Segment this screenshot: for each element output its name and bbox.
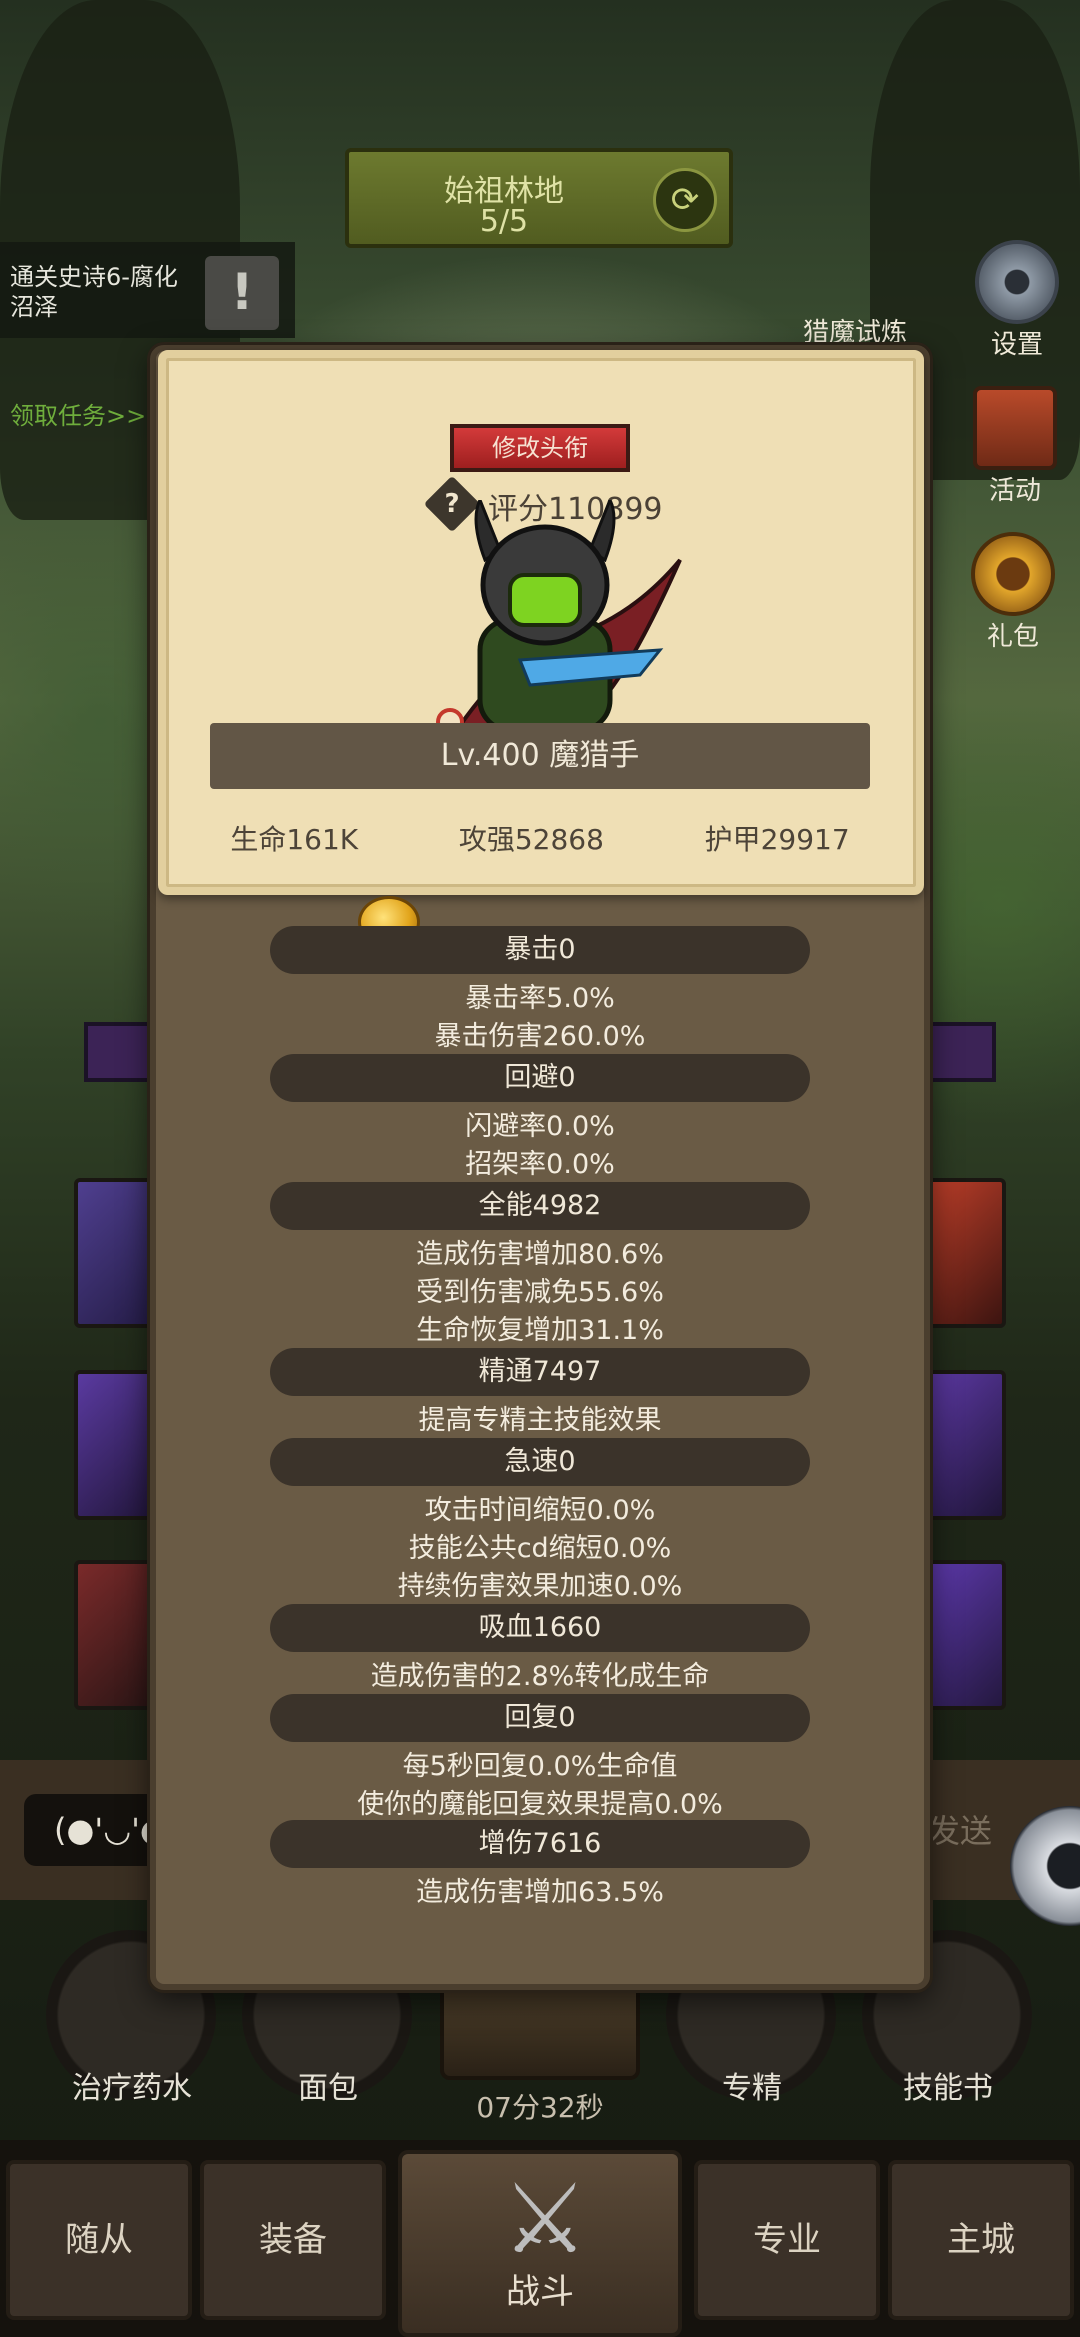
stat-header-haste: 急速0 [270,1438,810,1486]
stat-header-avoidance: 回避0 [270,1054,810,1102]
stage-indicator[interactable]: 始祖林地 5/5 ⟳ [345,148,733,248]
stat-line: 攻击时间缩短0.0% [424,1495,656,1526]
health-stat: 生命161K [230,823,359,856]
armor-stat: 护甲29917 [704,823,850,856]
character-name-level: Lv.400 魔猎手 [210,723,870,789]
settings-button[interactable]: 设置 [962,240,1072,361]
stat-line: 持续伤害效果加速0.0% [397,1571,683,1602]
stat-line: 使你的魔能回复效果提高0.0% [357,1789,723,1820]
bread-label: 面包 [298,2071,358,2106]
core-stats: 生命161K 攻强52868 护甲29917 [180,818,900,858]
stat-line: 技能公共cd缩短0.0% [408,1533,672,1564]
stat-line: 生命恢复增加31.1% [416,1315,664,1346]
tab-equipment[interactable]: 装备 [200,2160,386,2320]
stat-header-crit: 暴击0 [270,926,810,974]
tab-follower[interactable]: 随从 [6,2160,192,2320]
stat-header-versatility: 全能4982 [270,1182,810,1230]
refresh-icon[interactable]: ⟳ [653,168,717,232]
edit-title-button[interactable]: 修改头衔 [450,424,630,472]
gift-button[interactable]: 礼包 [958,532,1068,653]
activity-button[interactable]: 活动 [960,386,1070,507]
send-button[interactable]: 发送 [928,1806,992,1852]
stat-line: 造成伤害增加80.6% [416,1239,664,1270]
stat-line: 每5秒回复0.0%生命值 [402,1751,678,1782]
exclamation-icon: ! [205,256,279,330]
stat-line: 招架率0.0% [465,1149,615,1180]
claim-quest-link[interactable]: 领取任务>> [10,396,146,431]
calendar-icon [973,386,1057,470]
quest-tracker[interactable]: 通关史诗6-腐化沼泽 ! [0,242,295,338]
activity-label: 活动 [988,476,1041,506]
stage-progress: 5/5 [479,204,529,239]
gear-icon [975,240,1059,324]
stat-header-damage-bonus: 增伤7616 [270,1820,810,1868]
tab-main-city[interactable]: 主城 [888,2160,1074,2320]
gift-label: 礼包 [986,622,1039,652]
healing-potion-label: 治疗药水 [72,2071,192,2106]
tab-profession[interactable]: 专业 [694,2160,880,2320]
tab-battle-label: 战斗 [506,2272,574,2312]
stat-line: 受到伤害减免55.6% [416,1277,664,1308]
skill-book-label: 技能书 [903,2071,993,2106]
stat-line: 提高专精主技能效果 [418,1405,662,1436]
crossed-swords-icon: ⚔ [501,2163,589,2275]
stat-line: 闪避率0.0% [465,1111,615,1142]
quest-text: 通关史诗6-腐化沼泽 [10,263,178,321]
stat-header-leech: 吸血1660 [270,1604,810,1652]
tab-battle[interactable]: ⚔ 战斗 [398,2150,682,2337]
demon-hunt-trial-label[interactable]: 猎魔试炼 [803,312,907,349]
stat-header-regen: 回复0 [270,1694,810,1742]
stat-line: 造成伤害的2.8%转化成生命 [370,1661,710,1692]
gift-bag-icon [971,532,1055,616]
stat-line: 暴击伤害260.0% [434,1021,646,1052]
settings-label: 设置 [990,330,1043,360]
stat-line: 造成伤害增加63.5% [416,1877,664,1908]
stat-line: 暴击率5.0% [465,983,615,1014]
specialization-label: 专精 [722,2071,782,2106]
stat-header-mastery: 精通7497 [270,1348,810,1396]
chest-timer: 07分32秒 [476,2091,604,2124]
attack-power-stat: 攻强52868 [458,823,604,856]
